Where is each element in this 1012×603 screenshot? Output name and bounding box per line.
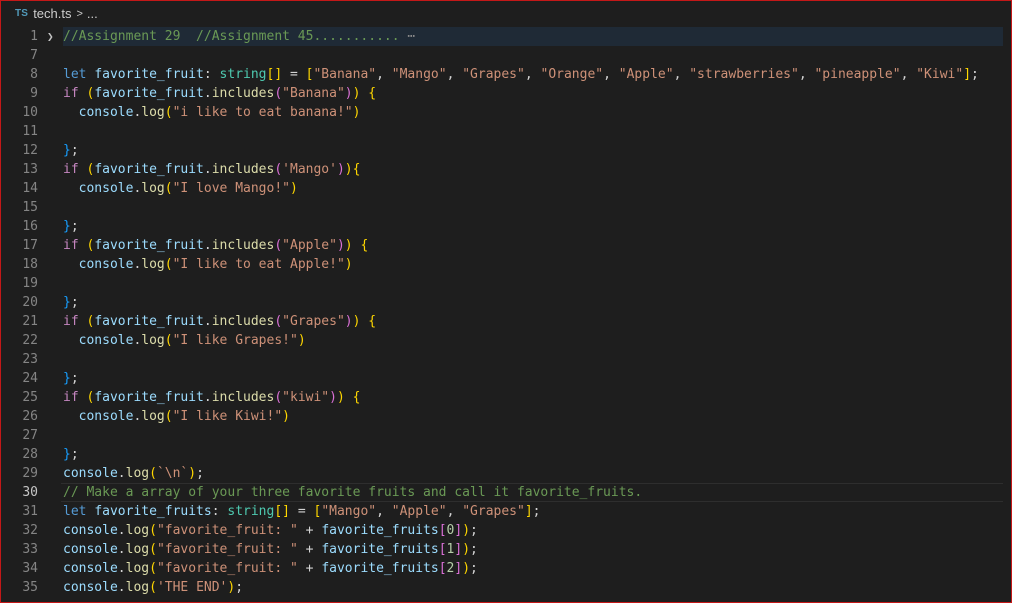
line-number: 16 <box>22 219 38 234</box>
code-text: if (favorite_fruit.includes("kiwi")) { <box>63 390 361 405</box>
code-line[interactable]: 33 console.log("favorite_fruit: " + favor… <box>1 540 1011 559</box>
breadcrumb: TS tech.ts > ... <box>1 1 1011 26</box>
code-text: }; <box>63 447 79 462</box>
code-line[interactable]: 34 console.log("favorite_fruit: " + favor… <box>1 559 1011 578</box>
code-text: // Make a array of your three favorite f… <box>63 485 643 500</box>
breadcrumb-symbols[interactable]: ... <box>87 6 98 21</box>
code-line[interactable]: 12}; <box>1 141 1011 160</box>
code-line[interactable]: 1 ❯ //Assignment 29 //Assignment 45.......… <box>1 27 1011 46</box>
line-number: 1 <box>30 29 38 44</box>
line-number: 21 <box>22 314 38 329</box>
line-number: 28 <box>22 447 38 462</box>
code-text: let favorite_fruits: string[] = ["Mango"… <box>63 504 541 519</box>
code-line[interactable]: 23 <box>1 350 1011 369</box>
code-line[interactable]: 9 if (favorite_fruit.includes("Banana")) … <box>1 84 1011 103</box>
code-text: console.log("favorite_fruit: " + favorit… <box>63 561 478 576</box>
code-line[interactable]: 17 if (favorite_fruit.includes("Apple")) … <box>1 236 1011 255</box>
line-number: 22 <box>22 333 38 348</box>
line-number: 26 <box>22 409 38 424</box>
line-number: 32 <box>22 523 38 538</box>
code-editor[interactable]: 1 ❯ //Assignment 29 //Assignment 45.......… <box>1 27 1011 602</box>
code-line[interactable]: 32 console.log("favorite_fruit: " + favor… <box>1 521 1011 540</box>
line-number: 12 <box>22 143 38 158</box>
code-text: if (favorite_fruit.includes("Banana")) { <box>63 86 377 101</box>
code-text: console.log("I like Kiwi!") <box>78 409 290 424</box>
line-number: 8 <box>30 67 38 82</box>
line-number: 23 <box>22 352 38 367</box>
code-text: if (favorite_fruit.includes("Grapes")) { <box>63 314 377 329</box>
line-number: 24 <box>22 371 38 386</box>
code-text: }; <box>63 143 79 158</box>
code-line[interactable]: 10 console.log("i like to eat banana!") <box>1 103 1011 122</box>
code-line[interactable]: 26 console.log("I like Kiwi!") <box>1 407 1011 426</box>
code-line[interactable]: 11 <box>1 122 1011 141</box>
code-text: console.log("I like Grapes!") <box>78 333 306 348</box>
line-number: 18 <box>22 257 38 272</box>
code-text: console.log("I like to eat Apple!") <box>78 257 353 272</box>
chevron-right-icon[interactable]: ❯ <box>47 27 54 46</box>
code-line[interactable]: 13 if (favorite_fruit.includes('Mango')){ <box>1 160 1011 179</box>
line-number: 15 <box>22 200 38 215</box>
line-number: 19 <box>22 276 38 291</box>
code-text: }; <box>63 219 79 234</box>
code-line[interactable]: 27 <box>1 426 1011 445</box>
line-number: 11 <box>22 124 38 139</box>
line-number: 33 <box>22 542 38 557</box>
line-number: 35 <box>22 580 38 595</box>
line-number: 17 <box>22 238 38 253</box>
chevron-right-icon: > <box>76 7 83 20</box>
line-number: 14 <box>22 181 38 196</box>
line-number: 31 <box>22 504 38 519</box>
line-number: 7 <box>30 48 38 63</box>
line-number: 25 <box>22 390 38 405</box>
code-text: console.log('THE END'); <box>63 580 244 595</box>
code-line[interactable]: 21 if (favorite_fruit.includes("Grapes"))… <box>1 312 1011 331</box>
code-line[interactable]: 31 let favorite_fruits: string[] = ["Mang… <box>1 502 1011 521</box>
code-line[interactable]: 28}; <box>1 445 1011 464</box>
code-line[interactable]: 16}; <box>1 217 1011 236</box>
code-line[interactable]: 15 <box>1 198 1011 217</box>
code-text: //Assignment 29 //Assignment 45.........… <box>63 27 1003 46</box>
typescript-file-icon: TS <box>15 8 29 19</box>
line-number: 20 <box>22 295 38 310</box>
line-number: 13 <box>22 162 38 177</box>
code-line[interactable]: 20}; <box>1 293 1011 312</box>
line-number: 34 <box>22 561 38 576</box>
line-number: 10 <box>22 105 38 120</box>
code-line[interactable]: 24}; <box>1 369 1011 388</box>
code-text: console.log("I love Mango!") <box>78 181 298 196</box>
code-text: }; <box>63 371 79 386</box>
code-line[interactable]: 18 console.log("I like to eat Apple!") <box>1 255 1011 274</box>
line-number: 29 <box>22 466 38 481</box>
code-text: }; <box>63 295 79 310</box>
line-number: 30 <box>22 485 38 500</box>
code-text: console.log("i like to eat banana!") <box>78 105 361 120</box>
code-line[interactable]: 14 console.log("I love Mango!") <box>1 179 1011 198</box>
code-text: console.log("favorite_fruit: " + favorit… <box>63 542 478 557</box>
code-text: console.log(`\n`); <box>63 466 204 481</box>
code-text: console.log("favorite_fruit: " + favorit… <box>63 523 478 538</box>
code-text: if (favorite_fruit.includes('Mango')){ <box>63 162 361 177</box>
code-line[interactable]: 8 let favorite_fruit: string[] = ["Banana… <box>1 65 1011 84</box>
code-line[interactable]: 35 console.log('THE END'); <box>1 578 1011 597</box>
line-number: 9 <box>30 86 38 101</box>
line-number: 27 <box>22 428 38 443</box>
code-text: if (favorite_fruit.includes("Apple")) { <box>63 238 369 253</box>
code-line[interactable]: 22 console.log("I like Grapes!") <box>1 331 1011 350</box>
code-line[interactable]: 29 console.log(`\n`); <box>1 464 1011 483</box>
code-line[interactable]: 30 // Make a array of your three favorite… <box>1 483 1011 502</box>
code-line[interactable]: 7 <box>1 46 1011 65</box>
code-line[interactable]: 19 <box>1 274 1011 293</box>
code-text: let favorite_fruit: string[] = ["Banana"… <box>63 67 979 82</box>
code-line[interactable]: 25 if (favorite_fruit.includes("kiwi")) { <box>1 388 1011 407</box>
breadcrumb-file[interactable]: tech.ts <box>33 6 71 21</box>
